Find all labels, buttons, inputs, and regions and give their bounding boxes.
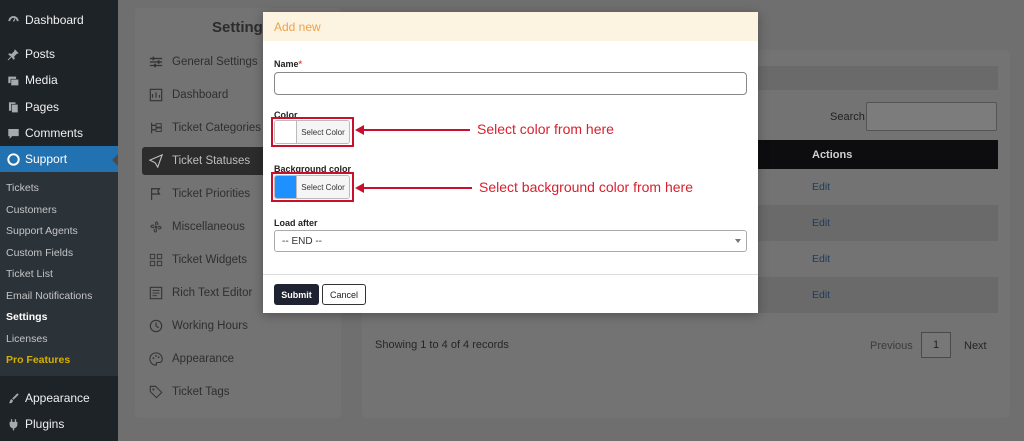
support-submenu: Tickets Customers Support Agents Custom … [0,172,118,376]
submenu-pro-features[interactable]: Pro Features [6,354,70,366]
table-row: Edit [758,205,998,241]
submenu-tickets[interactable]: Tickets [6,182,39,194]
menu-dashboard[interactable]: Dashboard [0,7,118,33]
fan-icon [148,219,164,235]
menu-appearance[interactable]: Appearance [0,385,118,411]
bg-color-swatch [275,176,297,198]
admin-sidebar: Dashboard Posts Media Pages Comments Sup… [0,0,119,441]
comment-icon [6,126,20,140]
panel-header-bar [758,66,998,90]
table-header: Actions [758,140,998,169]
edit-link[interactable]: Edit [812,253,830,265]
load-after-value: -- END -- [282,235,322,247]
search-input[interactable] [866,102,997,131]
settings-ticket-tags[interactable]: Ticket Tags [148,378,334,406]
load-after-select[interactable]: -- END -- [274,230,747,252]
categories-icon [148,120,164,136]
menu-support[interactable]: Support [0,146,118,172]
submenu-custom-fields[interactable]: Custom Fields [6,247,73,259]
dashboard-icon [6,13,20,27]
color-picker[interactable]: Select Color [274,120,350,144]
menu-pages[interactable]: Pages [0,94,118,120]
previous-button[interactable]: Previous [870,340,913,352]
submenu-customers[interactable]: Customers [6,204,57,216]
settings-appearance[interactable]: Appearance [148,345,334,373]
brush-icon [6,391,20,405]
submenu-support-agents[interactable]: Support Agents [6,225,78,237]
name-label: Name* [274,59,303,69]
submit-button[interactable]: Submit [274,284,319,305]
required-mark: * [298,59,303,69]
widgets-icon [148,252,164,268]
clock-icon [148,318,164,334]
pages-icon [6,100,20,114]
tag-icon [148,384,164,400]
submenu-licenses[interactable]: Licenses [6,333,47,345]
next-button[interactable]: Next [964,340,987,352]
modal-header: Add new [263,12,758,41]
submenu-settings[interactable]: Settings [6,311,47,323]
load-after-label: Load after [274,218,318,228]
settings-working-hours[interactable]: Working Hours [148,312,334,340]
add-new-modal: Add new Name* Color Select Color Backgro… [263,12,758,313]
table-row: Edit [758,169,998,205]
edit-link[interactable]: Edit [812,289,830,301]
pin-icon [6,47,20,61]
name-input[interactable] [274,72,747,95]
records-info: Showing 1 to 4 of 4 records [375,339,509,351]
sliders-icon [148,54,164,70]
annotation-line [362,129,470,131]
color-swatch [275,121,297,143]
submenu-email-notifications[interactable]: Email Notifications [6,290,92,302]
bg-color-annotation: Select background color from here [479,179,693,195]
media-icon [6,73,20,87]
plugin-icon [6,417,20,431]
select-bg-color-button[interactable]: Select Color [297,176,349,198]
menu-posts[interactable]: Posts [0,41,118,67]
page-number-button[interactable]: 1 [921,332,951,358]
submenu-ticket-list[interactable]: Ticket List [6,268,53,280]
table-row: Edit [758,277,998,313]
palette-icon [148,351,164,367]
lifebuoy-icon [6,152,20,166]
table-row: Edit [758,241,998,277]
modal-divider [263,274,758,275]
background-color-picker[interactable]: Select Color [274,175,350,199]
menu-media[interactable]: Media [0,67,118,93]
edit-link[interactable]: Edit [812,181,830,193]
color-annotation: Select color from here [477,121,614,137]
actions-header: Actions [812,149,853,161]
menu-comments[interactable]: Comments [0,120,118,146]
edit-link[interactable]: Edit [812,217,830,229]
editor-icon [148,285,164,301]
modal-title: Add new [274,20,321,34]
cancel-button[interactable]: Cancel [322,284,366,305]
flag-icon [148,186,164,202]
paper-plane-icon [148,153,164,169]
annotation-line [362,187,472,189]
menu-plugins[interactable]: Plugins [0,411,118,437]
chevron-down-icon [735,239,741,243]
search-label: Search: [830,111,868,123]
select-color-button[interactable]: Select Color [297,121,349,143]
dashboard-icon [148,87,164,103]
